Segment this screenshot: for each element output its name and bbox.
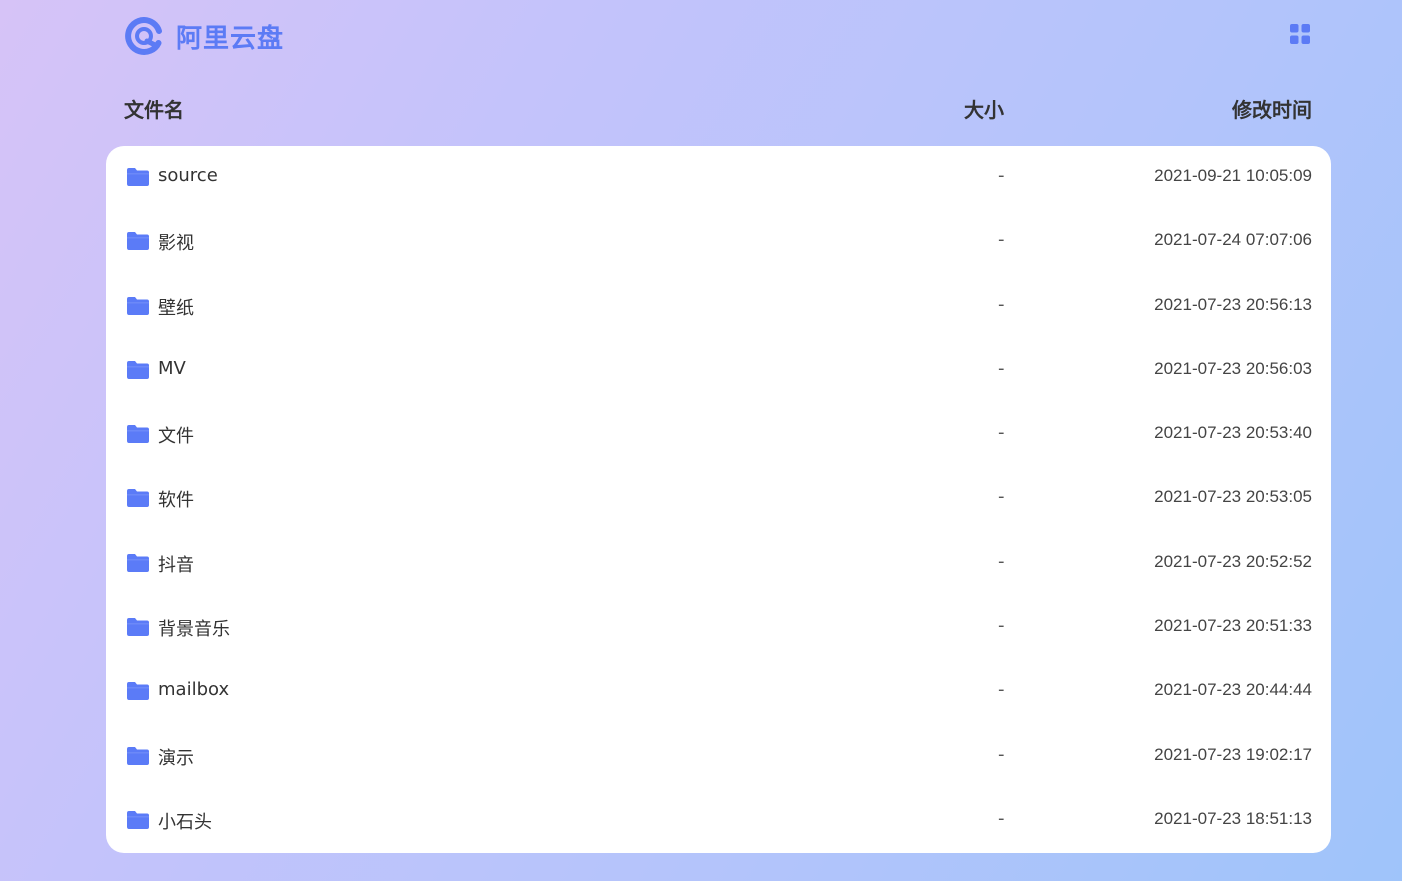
file-size: - bbox=[998, 357, 1005, 379]
folder-icon bbox=[126, 360, 150, 380]
file-row[interactable]: 抖音 - 2021-07-23 20:52:52 bbox=[106, 532, 1331, 596]
file-size: - bbox=[998, 165, 1005, 186]
file-name[interactable]: 小石头 bbox=[158, 808, 212, 834]
folder-icon bbox=[126, 167, 150, 187]
file-size: - bbox=[998, 807, 1005, 829]
folder-icon bbox=[126, 231, 150, 251]
file-name[interactable]: 壁纸 bbox=[158, 294, 194, 320]
file-list: source - 2021-09-21 10:05:09 影视 - 2021-0… bbox=[106, 146, 1331, 853]
file-name[interactable]: 演示 bbox=[158, 744, 194, 770]
brand-name: 阿里云盘 bbox=[176, 23, 285, 54]
column-header-modified[interactable]: 修改时间 bbox=[1232, 94, 1312, 123]
folder-icon bbox=[126, 746, 150, 766]
file-modified-time: 2021-07-23 20:56:03 bbox=[1154, 358, 1312, 378]
file-size: - bbox=[998, 615, 1005, 637]
file-row[interactable]: 文件 - 2021-07-23 20:53:40 bbox=[106, 403, 1331, 467]
grid-view-icon bbox=[1290, 24, 1310, 48]
file-row[interactable]: 影视 - 2021-07-24 07:07:06 bbox=[106, 210, 1331, 274]
file-modified-time: 2021-07-23 20:52:52 bbox=[1154, 551, 1312, 571]
file-modified-time: 2021-07-23 20:53:40 bbox=[1154, 423, 1312, 443]
file-modified-time: 2021-07-23 18:51:13 bbox=[1154, 808, 1312, 828]
file-row[interactable]: 背景音乐 - 2021-07-23 20:51:33 bbox=[106, 596, 1331, 660]
file-list-panel: source - 2021-09-21 10:05:09 影视 - 2021-0… bbox=[106, 146, 1331, 853]
brand-logo[interactable]: 阿里云盘 bbox=[124, 14, 284, 58]
aliyun-drive-logo-icon bbox=[124, 16, 164, 56]
file-size: - bbox=[998, 743, 1005, 765]
file-row[interactable]: 演示 - 2021-07-23 19:02:17 bbox=[106, 725, 1331, 789]
file-size: - bbox=[998, 422, 1005, 444]
file-name[interactable]: 文件 bbox=[158, 422, 194, 448]
top-header: 阿里云盘 bbox=[124, 14, 1312, 58]
folder-icon bbox=[126, 617, 150, 637]
file-size: - bbox=[998, 486, 1005, 508]
grid-view-button[interactable] bbox=[1290, 24, 1310, 44]
file-row[interactable]: source - 2021-09-21 10:05:09 bbox=[106, 146, 1331, 210]
file-row[interactable]: 软件 - 2021-07-23 20:53:05 bbox=[106, 467, 1331, 531]
file-name[interactable]: 影视 bbox=[158, 229, 194, 255]
file-row[interactable]: MV - 2021-07-23 20:56:03 bbox=[106, 339, 1331, 403]
column-headers: 文件名 大小 修改时间 bbox=[124, 88, 1312, 128]
folder-icon bbox=[126, 296, 150, 316]
file-modified-time: 2021-07-23 20:56:13 bbox=[1154, 294, 1312, 314]
file-modified-time: 2021-07-23 20:53:05 bbox=[1154, 487, 1312, 507]
file-modified-time: 2021-09-21 10:05:09 bbox=[1154, 166, 1312, 185]
file-name[interactable]: mailbox bbox=[158, 679, 229, 700]
folder-icon bbox=[126, 424, 150, 444]
column-header-name[interactable]: 文件名 bbox=[124, 94, 184, 123]
folder-icon bbox=[126, 553, 150, 573]
file-name[interactable]: source bbox=[158, 165, 218, 186]
file-modified-time: 2021-07-23 20:51:33 bbox=[1154, 616, 1312, 636]
column-header-size[interactable]: 大小 bbox=[964, 94, 1004, 123]
file-size: - bbox=[998, 229, 1005, 251]
file-name[interactable]: MV bbox=[158, 358, 186, 379]
file-name[interactable]: 软件 bbox=[158, 486, 194, 512]
file-modified-time: 2021-07-23 19:02:17 bbox=[1154, 744, 1312, 764]
file-row[interactable]: mailbox - 2021-07-23 20:44:44 bbox=[106, 660, 1331, 724]
file-name[interactable]: 抖音 bbox=[158, 551, 194, 577]
file-name[interactable]: 背景音乐 bbox=[158, 615, 230, 641]
file-row[interactable]: 小石头 - 2021-07-23 18:51:13 bbox=[106, 789, 1331, 853]
file-size: - bbox=[998, 293, 1005, 315]
file-size: - bbox=[998, 679, 1005, 701]
file-row[interactable]: 壁纸 - 2021-07-23 20:56:13 bbox=[106, 275, 1331, 339]
folder-icon bbox=[126, 810, 150, 830]
file-modified-time: 2021-07-24 07:07:06 bbox=[1154, 230, 1312, 250]
file-size: - bbox=[998, 550, 1005, 572]
folder-icon bbox=[126, 681, 150, 701]
file-modified-time: 2021-07-23 20:44:44 bbox=[1154, 680, 1312, 700]
folder-icon bbox=[126, 488, 150, 508]
